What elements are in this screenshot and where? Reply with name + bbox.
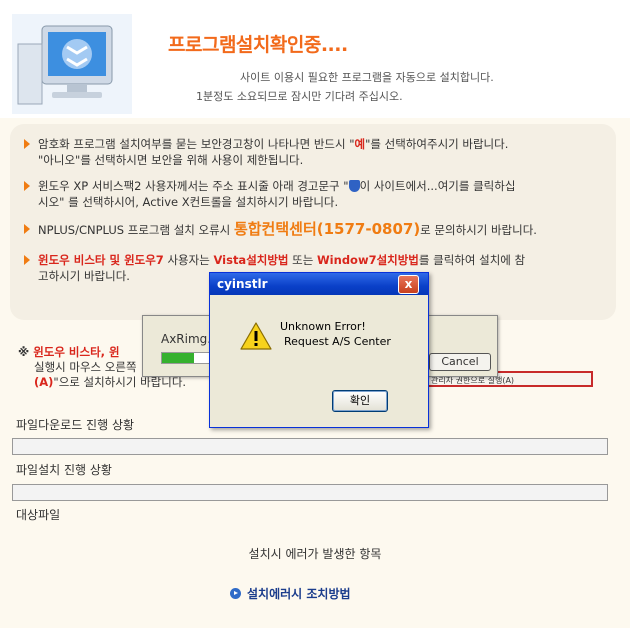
error-dialog: cyinstlr x Unknown Error! Request A/S Ce…	[209, 272, 429, 428]
page-subtitle-time: 1분정도 소요되므로 잠시만 기다려 주십시오.	[196, 90, 403, 103]
error-fix-link[interactable]: 설치에러시 조치방법	[230, 585, 351, 602]
error-items-header: 설치시 에러가 발생한 항목	[248, 547, 382, 561]
bullet-arrow-icon	[24, 224, 30, 234]
notice-item-security: 암호화 프로그램 설치여부를 묻는 보안경고창이 나타나면 반드시 "예"를 선…	[24, 136, 613, 168]
notice-item-contact: NPLUS/CNPLUS 프로그램 설치 오류시 통합컨택센터(1577-080…	[24, 220, 613, 238]
install-progress-label: 파일설치 진행 상황	[16, 463, 112, 477]
error-detail: Request A/S Center	[284, 335, 391, 348]
page-title: 프로그램설치확인중....	[168, 34, 348, 56]
error-message: Unknown Error!	[280, 320, 366, 333]
bullet-arrow-icon	[24, 255, 30, 265]
shield-icon	[348, 180, 360, 192]
contact-center: 통합컨택센터(1577-0807)	[233, 220, 421, 238]
download-progress-bar	[12, 438, 608, 455]
bullet-arrow-icon	[24, 181, 30, 191]
ok-button[interactable]: 확인	[332, 390, 388, 412]
warning-icon	[240, 322, 272, 350]
download-progress-label: 파일다운로드 진행 상황	[16, 418, 135, 432]
close-button[interactable]: x	[398, 275, 419, 294]
download-dialog-progress-fill	[162, 353, 194, 363]
play-circle-icon	[230, 588, 241, 599]
page-subtitle: 사이트 이용시 필요한 프로그램을 자동으로 설치합니다.	[240, 71, 494, 84]
install-progress-bar	[12, 484, 608, 501]
vista-install-link[interactable]: Vista설치방법	[213, 253, 288, 267]
target-file-label: 대상파일	[16, 508, 61, 522]
bullet-arrow-icon	[24, 139, 30, 149]
notice-item-xp: 윈도우 XP 서비스팩2 사용자께서는 주소 표시줄 아래 경고문구 " 이 사이…	[24, 178, 613, 210]
window7-install-link[interactable]: Window7설치방법	[317, 253, 419, 267]
computer-monitor-icon	[12, 14, 132, 114]
cancel-button[interactable]: Cancel	[429, 353, 491, 371]
dialog-title: cyinstlr	[217, 277, 268, 291]
